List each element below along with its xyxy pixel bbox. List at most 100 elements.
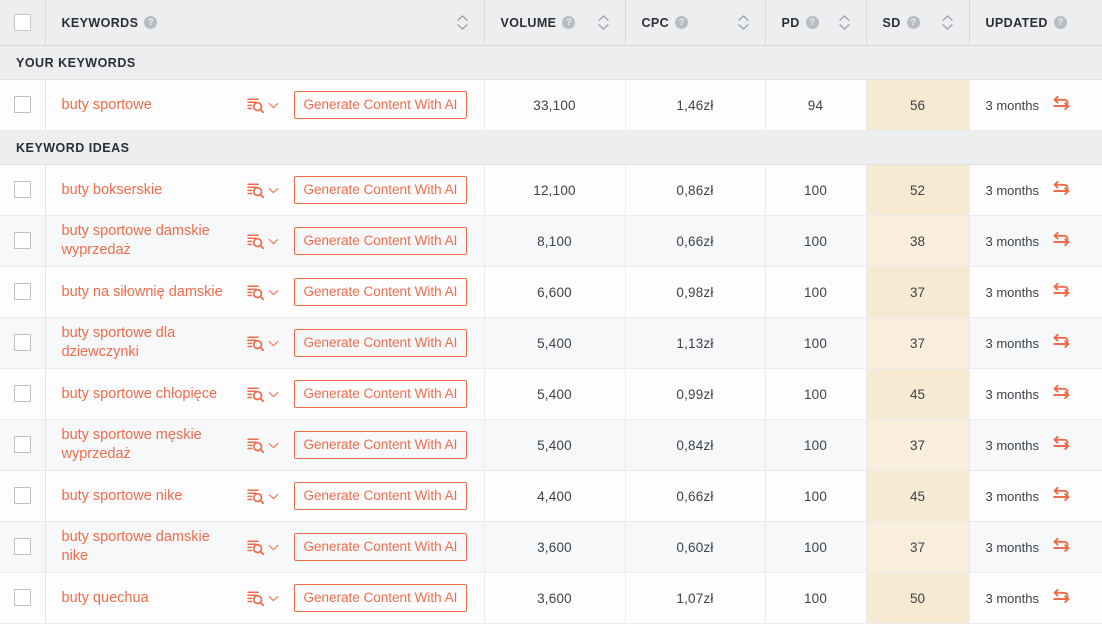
sort-arrows-icon[interactable] [597, 15, 611, 30]
sort-arrows-icon[interactable] [941, 15, 955, 30]
serp-search-icon[interactable] [246, 539, 265, 555]
generate-content-button[interactable]: Generate Content With AI [293, 91, 468, 119]
refresh-icon[interactable] [1051, 535, 1072, 560]
refresh-icon[interactable] [1051, 586, 1072, 611]
chevron-down-icon[interactable] [268, 593, 279, 604]
volume-value: 3,600 [484, 521, 626, 573]
row-select-cell [0, 79, 46, 131]
chevron-down-icon[interactable] [268, 389, 279, 400]
updated-cell: 3 months [969, 368, 1102, 420]
generate-content-button[interactable]: Generate Content With AI [293, 584, 468, 612]
table-row: buty sportowe damskie wyprzedaż Generate… [0, 215, 1102, 267]
updated-value: 3 months [985, 488, 1039, 504]
keyword-link[interactable]: buty sportowe dla dziewczynki [62, 324, 247, 362]
help-icon[interactable]: ? [906, 16, 920, 29]
keyword-link[interactable]: buty sportowe [62, 96, 247, 115]
help-icon[interactable]: ? [144, 16, 158, 29]
column-label-volume: VOLUME [500, 15, 557, 30]
serp-search-icon[interactable] [246, 335, 265, 351]
serp-search-icon[interactable] [246, 233, 265, 249]
keyword-link[interactable]: buty quechua [62, 589, 247, 608]
updated-value: 3 months [985, 437, 1039, 453]
keyword-cell: buty sportowe dla dziewczynki Generate C… [45, 317, 485, 369]
generate-content-button[interactable]: Generate Content With AI [293, 176, 468, 204]
serp-search-icon[interactable] [246, 437, 265, 453]
row-checkbox[interactable] [13, 181, 31, 199]
help-icon[interactable]: ? [675, 16, 689, 29]
select-all-checkbox[interactable] [13, 14, 31, 31]
help-icon[interactable]: ? [805, 16, 819, 29]
sd-value: 37 [866, 266, 970, 318]
sort-arrows-icon[interactable] [456, 15, 470, 30]
column-label-sd: SD [882, 15, 901, 30]
column-header-volume[interactable]: VOLUME ? [484, 0, 626, 46]
column-header-pd[interactable]: PD ? [765, 0, 867, 46]
sd-value: 37 [866, 521, 970, 573]
generate-content-button[interactable]: Generate Content With AI [293, 329, 468, 357]
chevron-down-icon[interactable] [268, 185, 279, 196]
help-icon[interactable]: ? [562, 16, 576, 29]
serp-search-icon[interactable] [246, 590, 265, 606]
refresh-icon[interactable] [1051, 178, 1072, 203]
generate-content-button[interactable]: Generate Content With AI [293, 431, 468, 459]
refresh-icon[interactable] [1051, 382, 1072, 407]
serp-search-icon[interactable] [246, 386, 265, 402]
row-checkbox[interactable] [13, 487, 31, 505]
volume-value: 33,100 [484, 79, 626, 131]
refresh-icon[interactable] [1051, 433, 1072, 458]
keyword-link[interactable]: buty bokserskie [62, 181, 247, 200]
column-header-cpc[interactable]: CPC ? [625, 0, 766, 46]
updated-cell: 3 months [969, 419, 1102, 471]
row-checkbox[interactable] [13, 232, 31, 250]
serp-search-icon[interactable] [246, 488, 265, 504]
chevron-down-icon[interactable] [268, 100, 279, 111]
table-row: buty sportowe Generate Content With AI 3… [0, 79, 1102, 131]
volume-value: 5,400 [484, 317, 626, 369]
keyword-link[interactable]: buty na siłownię damskie [62, 283, 247, 302]
row-checkbox[interactable] [13, 96, 31, 114]
refresh-icon[interactable] [1051, 93, 1072, 118]
help-icon[interactable]: ? [1053, 16, 1067, 29]
keyword-link[interactable]: buty sportowe damskie wyprzedaż [62, 222, 247, 260]
refresh-icon[interactable] [1051, 484, 1072, 509]
serp-search-icon[interactable] [246, 97, 265, 113]
row-checkbox[interactable] [13, 385, 31, 403]
chevron-down-icon[interactable] [268, 287, 279, 298]
serp-search-icon[interactable] [246, 182, 265, 198]
refresh-icon[interactable] [1051, 331, 1072, 356]
generate-content-button[interactable]: Generate Content With AI [293, 482, 468, 510]
refresh-icon[interactable] [1051, 280, 1072, 305]
generate-content-button[interactable]: Generate Content With AI [293, 533, 468, 561]
chevron-down-icon[interactable] [268, 440, 279, 451]
sort-arrows-icon[interactable] [737, 15, 751, 30]
generate-content-button[interactable]: Generate Content With AI [293, 227, 468, 255]
sd-value: 37 [866, 317, 970, 369]
sort-arrows-icon[interactable] [838, 15, 852, 30]
row-checkbox[interactable] [13, 334, 31, 352]
serp-search-icon[interactable] [246, 284, 265, 300]
generate-content-button[interactable]: Generate Content With AI [293, 380, 468, 408]
keyword-link[interactable]: buty sportowe męskie wyprzedaż [62, 426, 247, 464]
updated-cell: 3 months [969, 215, 1102, 267]
refresh-icon[interactable] [1051, 229, 1072, 254]
generate-content-button[interactable]: Generate Content With AI [293, 278, 468, 306]
keyword-link[interactable]: buty sportowe damskie nike [62, 528, 247, 566]
row-checkbox[interactable] [13, 538, 31, 556]
row-checkbox[interactable] [13, 436, 31, 454]
keyword-link[interactable]: buty sportowe nike [62, 487, 247, 506]
row-select-cell [0, 266, 46, 318]
chevron-down-icon[interactable] [268, 338, 279, 349]
row-checkbox[interactable] [13, 283, 31, 301]
column-header-sd[interactable]: SD ? [866, 0, 970, 46]
row-checkbox[interactable] [13, 589, 31, 607]
column-header-keywords[interactable]: KEYWORDS ? [45, 0, 485, 46]
keyword-link[interactable]: buty sportowe chłopięce [62, 385, 247, 404]
keyword-cell: buty na siłownię damskie Generate Conten… [45, 266, 485, 318]
table-row: buty sportowe nike Generate Content With… [0, 470, 1102, 522]
cpc-value: 1,07zł [625, 572, 766, 624]
chevron-down-icon[interactable] [268, 542, 279, 553]
chevron-down-icon[interactable] [268, 236, 279, 247]
chevron-down-icon[interactable] [268, 491, 279, 502]
column-label-pd: PD [781, 15, 800, 30]
select-all-header-cell [0, 0, 46, 46]
